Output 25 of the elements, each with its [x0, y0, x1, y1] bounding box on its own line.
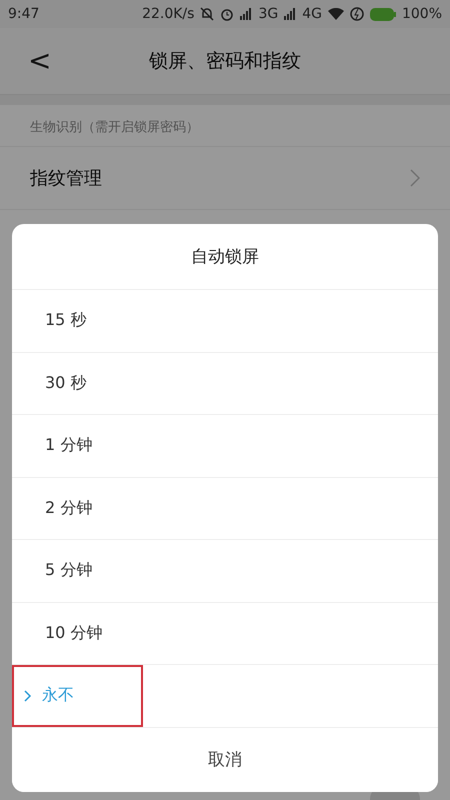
alarm-icon [220, 7, 234, 21]
option-item[interactable]: 2 分钟 [12, 478, 438, 540]
battery-percent: 100% [402, 6, 442, 22]
chevron-right-icon [24, 690, 32, 702]
network-type: 4G [302, 6, 322, 22]
network-type: 3G [258, 6, 278, 22]
page-title: 锁屏、密码和指纹 [149, 49, 301, 74]
network-speed: 22.0K/s [142, 6, 194, 22]
signal-icon [284, 8, 296, 20]
muted-bell-icon [200, 7, 214, 21]
option-item[interactable]: 15 秒 [12, 290, 438, 352]
option-item[interactable]: 30 秒 [12, 352, 438, 415]
battery-icon [370, 8, 396, 20]
charging-icon [350, 7, 364, 21]
section-label: 生物识别（需开启锁屏密码） [0, 105, 450, 147]
option-item[interactable]: 10 分钟 [12, 602, 438, 665]
option-item[interactable]: 1 分钟 [12, 415, 438, 478]
dialog-title: 自动锁屏 [12, 224, 438, 290]
option-item[interactable]: 5 分钟 [12, 540, 438, 602]
chevron-right-icon [410, 169, 420, 187]
clock-time: 9:47 [8, 6, 40, 22]
signal-icon [240, 8, 252, 20]
back-button[interactable]: < [22, 44, 58, 77]
wifi-icon [328, 8, 344, 20]
setting-label[interactable]: 指纹管理 [30, 166, 102, 190]
